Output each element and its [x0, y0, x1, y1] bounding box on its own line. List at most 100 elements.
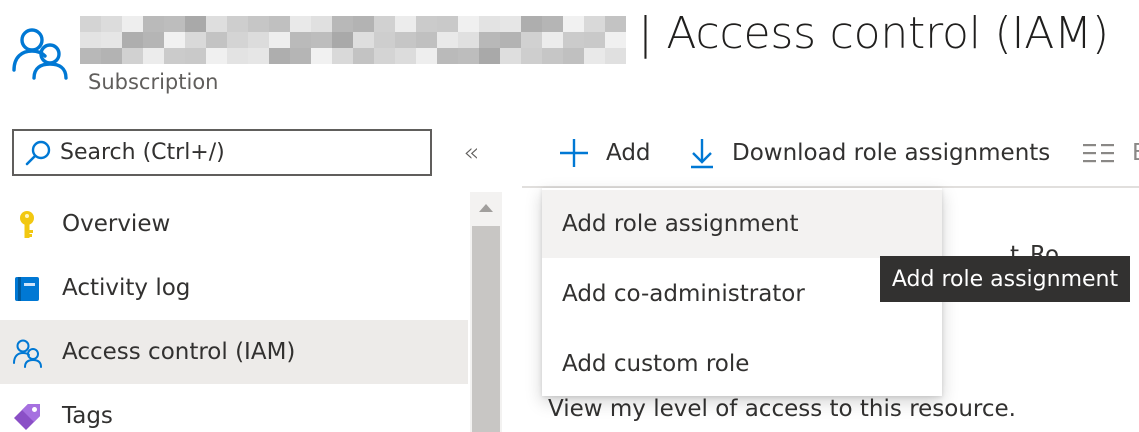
book-icon	[15, 277, 39, 301]
redaction-pixel	[143, 32, 164, 48]
redaction-pixel	[143, 48, 164, 64]
redaction-pixel	[437, 48, 458, 64]
redaction-pixel	[500, 32, 521, 48]
redaction-pixel	[206, 48, 227, 64]
search-input[interactable]	[60, 140, 420, 165]
add-button[interactable]: Add	[558, 130, 651, 176]
redaction-pixel	[353, 48, 374, 64]
sidebar-item-tags[interactable]: Tags	[0, 384, 468, 432]
redaction-pixel	[227, 16, 248, 32]
columns-button-label: E	[1132, 140, 1139, 166]
redaction-pixel	[521, 48, 542, 64]
redaction-pixel	[542, 32, 563, 48]
redaction-pixel	[206, 32, 227, 48]
redaction-pixel	[185, 16, 206, 32]
redaction-pixel	[416, 16, 437, 32]
redaction-pixel	[248, 16, 269, 32]
search-icon	[25, 140, 51, 165]
redaction-pixel	[563, 32, 584, 48]
redaction-pixel	[164, 32, 185, 48]
plus-icon	[560, 139, 588, 167]
redaction-pixel	[542, 16, 563, 32]
redaction-pixel	[458, 16, 479, 32]
redaction-pixel	[332, 16, 353, 32]
redaction-pixel	[500, 48, 521, 64]
redaction-pixel	[542, 48, 563, 64]
redaction-pixel	[311, 32, 332, 48]
redaction-pixel	[416, 32, 437, 48]
redaction-pixel	[248, 32, 269, 48]
redaction-pixel	[605, 48, 626, 64]
redaction-pixel	[80, 32, 101, 48]
page-subtitle: Subscription	[88, 70, 219, 94]
redaction-pixel	[269, 32, 290, 48]
redaction-pixel	[185, 32, 206, 48]
redaction-pixel	[479, 32, 500, 48]
view-access-text: View my level of access to this resource…	[548, 396, 1016, 422]
redaction-pixel	[458, 48, 479, 64]
sidebar-item-access-control[interactable]: Access control (IAM)	[0, 320, 468, 384]
redaction-pixel	[563, 48, 584, 64]
menu-item-add-role-assignment[interactable]: Add role assignment	[542, 190, 942, 258]
sidebar-item-label: Activity log	[62, 275, 191, 301]
redaction-pixel	[227, 48, 248, 64]
redaction-pixel	[521, 16, 542, 32]
key-icon	[20, 211, 34, 238]
tag-icon	[14, 404, 40, 430]
redaction-pixel	[269, 16, 290, 32]
redaction-pixel	[122, 48, 143, 64]
redaction-pixel	[101, 48, 122, 64]
scroll-up-arrow-icon[interactable]	[476, 198, 496, 218]
download-button-label: Download role assignments	[732, 140, 1051, 166]
redaction-pixel	[122, 32, 143, 48]
redaction-pixel	[500, 16, 521, 32]
redaction-pixel	[143, 16, 164, 32]
add-button-label: Add	[606, 140, 651, 166]
redaction-pixel	[521, 32, 542, 48]
sidebar-item-activity-log[interactable]: Activity log	[0, 256, 468, 320]
edit-columns-button[interactable]: E	[1082, 130, 1139, 176]
redaction-pixel	[311, 48, 332, 64]
redaction-pixel	[605, 16, 626, 32]
redaction-pixel	[164, 48, 185, 64]
download-role-assignments-button[interactable]: Download role assignments	[688, 130, 1050, 176]
redaction-pixel	[374, 48, 395, 64]
sidebar-item-overview[interactable]: Overview	[0, 192, 468, 256]
redaction-pixel	[206, 16, 227, 32]
redaction-pixel	[80, 16, 101, 32]
collapse-sidebar-button[interactable]: «	[456, 138, 486, 168]
people-icon	[12, 28, 68, 80]
redaction-pixel	[479, 16, 500, 32]
redaction-pixel	[332, 48, 353, 64]
redaction-pixel	[122, 16, 143, 32]
redaction-pixel	[80, 48, 101, 64]
columns-icon	[1083, 144, 1114, 163]
redaction-pixel	[584, 32, 605, 48]
redaction-pixel	[416, 48, 437, 64]
redaction-pixel	[290, 48, 311, 64]
redaction-pixel	[332, 32, 353, 48]
redaction-pixel	[437, 16, 458, 32]
redaction-pixel	[563, 16, 584, 32]
redaction-pixel	[269, 48, 290, 64]
redaction-pixel	[311, 16, 332, 32]
redaction-pixel	[227, 32, 248, 48]
page-title: | Access control (IAM)	[638, 8, 1109, 59]
redaction-pixel	[353, 16, 374, 32]
menu-item-add-custom-role[interactable]: Add custom role	[542, 330, 942, 398]
tooltip: Add role assignment	[880, 256, 1130, 302]
redaction-pixel	[374, 16, 395, 32]
download-icon	[691, 139, 713, 169]
sidebar-item-label: Overview	[62, 211, 171, 237]
redaction-pixel	[395, 48, 416, 64]
redaction-pixel	[437, 32, 458, 48]
redaction-pixel	[101, 32, 122, 48]
redaction-pixel	[185, 48, 206, 64]
redaction-pixel	[584, 16, 605, 32]
scrollbar-thumb[interactable]	[472, 226, 500, 432]
redaction-pixel	[164, 16, 185, 32]
sidebar-search[interactable]	[12, 129, 432, 176]
redaction-pixel	[395, 16, 416, 32]
redacted-resource-name	[80, 16, 626, 64]
redaction-pixel	[479, 48, 500, 64]
